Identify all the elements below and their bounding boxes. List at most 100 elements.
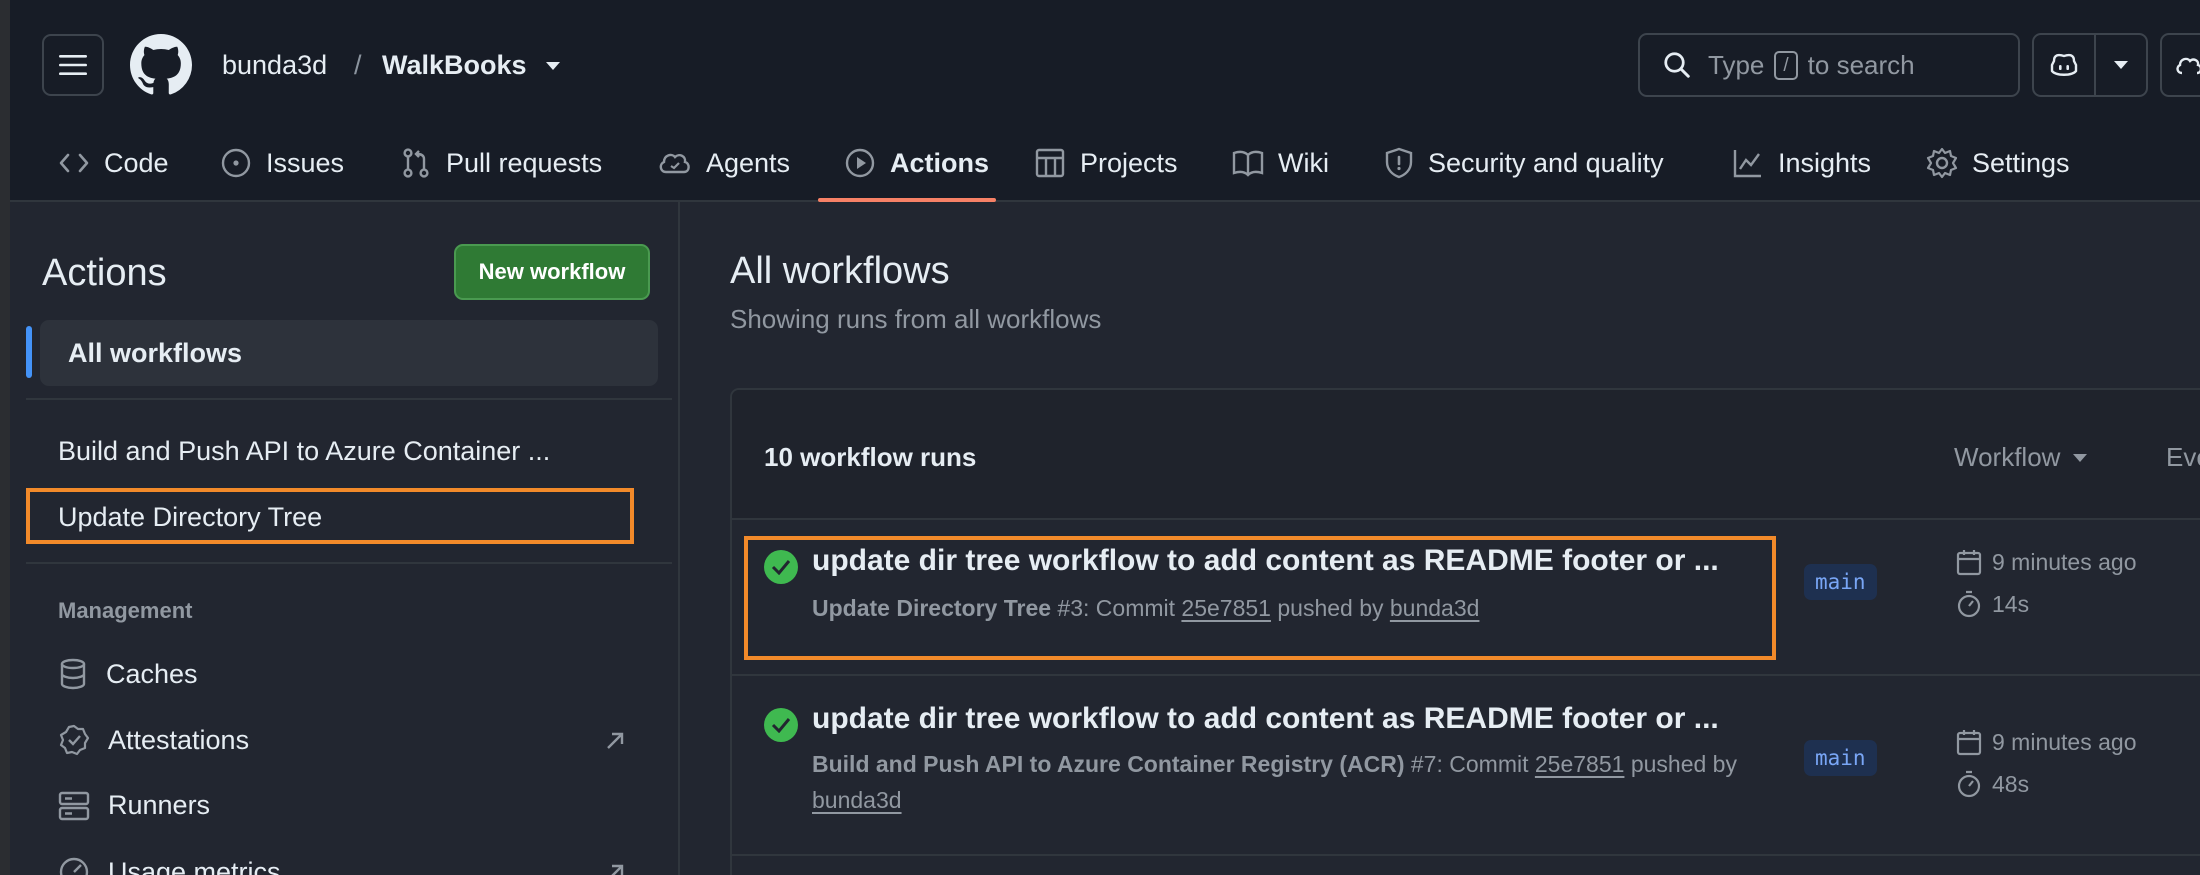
runs-count: 10 workflow runs	[764, 442, 977, 472]
search-input[interactable]: Type / to search	[1638, 33, 2020, 97]
run-time-label: 9 minutes ago	[1992, 728, 2137, 755]
run-workflow-name: Build and Push API to Azure Container Re…	[812, 751, 1405, 777]
divider	[26, 398, 672, 400]
run-duration-label: 48s	[1992, 770, 2030, 797]
commit-link[interactable]: 25e7851	[1535, 751, 1625, 777]
agent-icon	[659, 153, 690, 174]
run-meta: Build and Push API to Azure Container Re…	[812, 751, 1737, 813]
workflow-filter[interactable]: Workflow	[1954, 442, 2088, 473]
caches-label: Caches	[106, 658, 198, 689]
event-filter-label: Eve	[2166, 442, 2200, 472]
cloud-icon	[2176, 57, 2200, 75]
chevron-down-icon	[2073, 453, 2088, 462]
actions-sidebar: Actions New workflow All workflows Build…	[10, 202, 680, 875]
run-duration: 48s	[1956, 770, 2029, 798]
table-icon	[1035, 148, 1065, 178]
search-placeholder-prefix: Type	[1708, 49, 1765, 80]
gear-icon	[1926, 147, 1958, 179]
run-time: 9 minutes ago	[1956, 548, 2136, 576]
sidebar-item-usage-metrics[interactable]: Usage metrics	[58, 856, 281, 875]
tab-issues[interactable]: Issues	[220, 124, 344, 202]
commit-label: Commit	[1449, 751, 1529, 777]
tab-insights[interactable]: Insights	[1732, 124, 1871, 202]
calendar-icon	[1956, 550, 1982, 576]
github-logo-icon[interactable]	[130, 34, 192, 96]
page-title: All workflows	[730, 250, 950, 292]
workflow-run-row[interactable]: update dir tree workflow to add content …	[732, 676, 2200, 856]
runners-label: Runners	[108, 790, 211, 820]
tab-settings[interactable]: Settings	[1926, 124, 2070, 202]
usage-metrics-label: Usage metrics	[108, 856, 281, 875]
highlight-annotation	[744, 536, 1776, 660]
tab-actions-label: Actions	[890, 147, 990, 178]
tab-projects[interactable]: Projects	[1034, 124, 1178, 202]
run-title[interactable]: update dir tree workflow to add content …	[812, 702, 1719, 736]
management-heading: Management	[58, 598, 193, 623]
menu-button[interactable]	[42, 34, 104, 96]
actor-link[interactable]: bunda3d	[812, 787, 902, 813]
highlight-annotation	[26, 488, 634, 544]
tab-wiki-label: Wiki	[1278, 147, 1329, 178]
search-icon	[1664, 52, 1690, 78]
chevron-down-icon	[2114, 61, 2128, 69]
new-workflow-button[interactable]: New workflow	[454, 244, 650, 300]
sidebar-item-all-workflows[interactable]: All workflows	[40, 320, 658, 386]
copilot-dropdown[interactable]	[2096, 35, 2146, 95]
event-filter[interactable]: Eve	[2166, 442, 2200, 473]
sidebar-item-runners[interactable]: Runners	[58, 790, 210, 821]
run-time-label: 9 minutes ago	[1992, 548, 2137, 575]
tab-code[interactable]: Code	[58, 124, 169, 202]
chevron-down-icon[interactable]	[544, 60, 562, 72]
breadcrumb-owner[interactable]: bunda3d	[222, 50, 327, 81]
divider	[26, 562, 672, 564]
repo-nav: Code Issues Pull requests Agents Actions…	[10, 124, 2200, 202]
pushed-by-label: pushed by	[1630, 751, 1737, 777]
stopwatch-icon	[1957, 770, 1981, 798]
copilot-icon-button[interactable]	[2034, 35, 2096, 95]
breadcrumb-repo[interactable]: WalkBooks	[382, 50, 527, 81]
active-tab-indicator	[818, 198, 996, 202]
sidebar-item-caches[interactable]: Caches	[58, 658, 198, 690]
external-link-icon	[607, 732, 624, 749]
workflow-filter-label: Workflow	[1954, 442, 2061, 472]
search-shortcut-key: /	[1774, 50, 1798, 80]
stopwatch-icon	[1957, 590, 1981, 618]
tab-pull-requests-label: Pull requests	[446, 147, 603, 178]
branch-badge[interactable]: main	[1804, 740, 1877, 776]
tab-wiki[interactable]: Wiki	[1232, 124, 1329, 202]
tab-agents[interactable]: Agents	[658, 124, 790, 202]
attestations-label: Attestations	[108, 724, 250, 755]
tab-actions[interactable]: Actions	[844, 124, 989, 202]
tab-pull-requests[interactable]: Pull requests	[400, 124, 602, 202]
hamburger-icon	[59, 55, 87, 75]
page-subtitle: Showing runs from all workflows	[730, 304, 1102, 334]
branch-badge[interactable]: main	[1804, 564, 1877, 600]
calendar-icon	[1956, 730, 1982, 756]
sidebar-title: Actions	[42, 252, 167, 294]
run-number: #7	[1410, 751, 1437, 777]
meter-icon	[59, 857, 89, 875]
app-window: bunda3d / WalkBooks Type / to search Cod…	[10, 0, 2200, 875]
run-duration-label: 14s	[1992, 590, 2030, 617]
server-icon	[58, 791, 90, 820]
search-placeholder-suffix: to search	[1807, 49, 1915, 80]
copilot-icon	[2050, 53, 2078, 76]
runs-header: 10 workflow runs Workflow Eve	[732, 390, 2200, 520]
create-new-button[interactable]	[2160, 33, 2200, 97]
tab-issues-label: Issues	[266, 147, 345, 178]
book-icon	[1232, 150, 1264, 177]
pull-request-icon	[403, 148, 429, 178]
tab-projects-label: Projects	[1080, 147, 1178, 178]
run-duration: 14s	[1956, 590, 2029, 618]
code-icon	[59, 153, 89, 173]
tab-settings-label: Settings	[1972, 147, 2070, 178]
global-header: bunda3d / WalkBooks Type / to search Cod…	[10, 0, 2200, 202]
breadcrumb-separator: /	[354, 50, 362, 80]
tab-insights-label: Insights	[1778, 147, 1872, 178]
tab-security[interactable]: Security and quality	[1384, 124, 1664, 202]
run-time: 9 minutes ago	[1956, 728, 2136, 756]
sidebar-item-attestations[interactable]: Attestations	[58, 724, 249, 756]
copilot-button[interactable]	[2032, 33, 2148, 97]
tab-code-label: Code	[104, 147, 169, 178]
sidebar-item-build-and-push[interactable]: Build and Push API to Azure Container ..…	[58, 436, 550, 467]
